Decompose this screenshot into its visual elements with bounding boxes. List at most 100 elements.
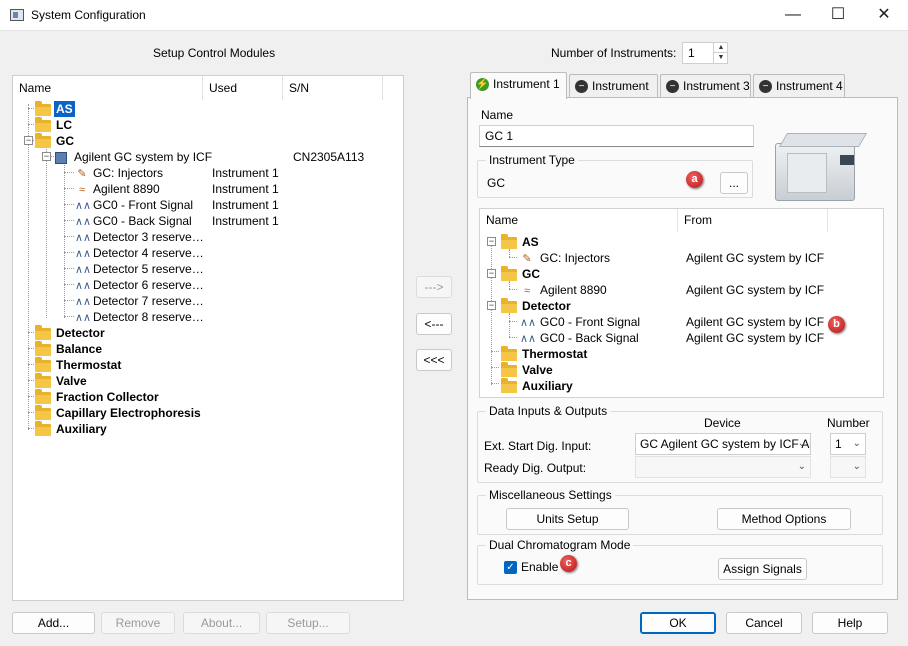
signal-icon: ∧∧ [520,317,537,329]
ext-start-number-select[interactable]: 1 ⌄ [830,433,866,455]
module-auxiliary[interactable]: Auxiliary [522,378,573,394]
folder-icon [501,298,517,313]
signal-icon: ∧∧ [75,312,92,324]
tree-item-auxiliary[interactable]: Auxiliary [56,421,107,437]
collapse-gc-module-toggle[interactable]: − [487,269,496,278]
add-button[interactable]: Add... [12,612,95,634]
modules-tree[interactable]: Name Used S/N − − AS LC GC Agilent GC sy… [12,75,404,601]
transfer-add-button[interactable]: ---> [416,276,452,298]
instrument-count-label: Number of Instruments: [551,46,677,60]
module-gc[interactable]: GC [522,266,540,282]
tree-item-agilent-system[interactable]: Agilent GC system by ICF [74,149,212,165]
signal-icon: ∧∧ [75,248,92,260]
tree-item-valve[interactable]: Valve [56,373,87,389]
modules-col-name[interactable]: Name [480,209,678,232]
tree-item-detector-8[interactable]: Detector 8 reserve… [93,309,204,325]
callout-a-icon: a [686,171,703,188]
tree-item-fraction-collector[interactable]: Fraction Collector [56,389,159,405]
transfer-remove-all-button[interactable]: <<< [416,349,452,371]
modules-col-from[interactable]: From [678,209,828,232]
tree-item-detector-4[interactable]: Detector 4 reserve… [93,245,204,261]
instrument-modules-tree[interactable]: Name From − − − AS ✎ GC: Injectors Agile… [479,208,884,398]
tree-item-detector-7[interactable]: Detector 7 reserve… [93,293,204,309]
transfer-remove-button[interactable]: <--- [416,313,452,335]
ext-start-device-select[interactable]: GC Agilent GC system by ICF Ag ⌄ [635,433,811,455]
tree-item-back-signal[interactable]: GC0 - Back Signal [93,213,192,229]
tree-item-balance[interactable]: Balance [56,341,102,357]
instrument-name-field[interactable]: GC 1 [479,125,754,147]
ok-button[interactable]: OK [640,612,716,634]
ready-output-label: Ready Dig. Output: [484,461,587,475]
tree-item-detector-5[interactable]: Detector 5 reserve… [93,261,204,277]
collapse-detector-toggle[interactable]: − [487,301,496,310]
instrument-panel: Name GC 1 Instrument Type GC a ... Name … [467,97,898,600]
chevron-down-icon: ⌄ [852,438,861,449]
module-detector[interactable]: Detector [522,298,571,314]
collapse-gc-toggle[interactable]: − [24,136,33,145]
minimize-button[interactable]: — [770,0,816,31]
maximize-button[interactable]: ☐ [815,0,861,31]
tree-item-front-signal[interactable]: GC0 - Front Signal [93,197,193,213]
setup-modules-header: Setup Control Modules [153,46,276,60]
callout-c-icon: c [560,555,577,572]
tab-instrument-1[interactable]: ⚡ Instrument 1 [470,72,567,99]
module-front-signal[interactable]: GC0 - Front Signal [540,314,640,330]
assign-signals-button[interactable]: Assign Signals [718,558,807,580]
collapse-as-toggle[interactable]: − [487,237,496,246]
cancel-button[interactable]: Cancel [726,612,802,634]
col-used[interactable]: Used [203,76,283,100]
folder-icon [501,234,517,249]
col-name[interactable]: Name [13,76,203,100]
tab-instrument-3[interactable]: − Instrument 3 [660,74,751,98]
ready-output-number-select[interactable]: ⌄ [830,456,866,478]
setup-button[interactable]: Setup... [266,612,350,634]
module-injectors[interactable]: GC: Injectors [540,250,610,266]
tab-instrument-2[interactable]: − Instrument 2 [569,74,658,115]
enable-label[interactable]: Enable [521,560,558,574]
syringe-icon: ✎ [522,253,532,265]
dual-chromatogram-group-label: Dual Chromatogram Mode [486,538,634,552]
folder-icon [501,362,517,377]
instrument-type-browse-button[interactable]: ... [720,172,748,194]
gc-system-icon [55,152,67,164]
window-title: System Configuration [31,8,146,22]
instrument-type-value: GC [487,176,505,190]
module-as[interactable]: AS [522,234,539,250]
module-thermostat[interactable]: Thermostat [522,346,587,362]
close-button[interactable]: ✕ [861,0,907,31]
tree-item-detector[interactable]: Detector [56,325,105,341]
module-valve[interactable]: Valve [522,362,553,378]
spinner-up-icon[interactable]: ▲ [713,43,728,53]
enable-checkbox[interactable]: ✓ [504,561,517,574]
tree-item-injectors[interactable]: GC: Injectors [93,165,163,181]
col-sn[interactable]: S/N [283,76,383,100]
tree-item-detector-3[interactable]: Detector 3 reserve… [93,229,204,245]
ready-output-device-select[interactable]: ⌄ [635,456,811,478]
tree-item-gc[interactable]: GC [56,133,74,149]
tree-item-thermostat[interactable]: Thermostat [56,357,121,373]
module-agilent-8890[interactable]: Agilent 8890 [540,282,607,298]
folder-icon [35,101,51,116]
help-button[interactable]: Help [812,612,888,634]
disabled-icon: − [575,80,588,93]
module-back-signal[interactable]: GC0 - Back Signal [540,330,639,346]
tree-item-agilent-8890[interactable]: Agilent 8890 [93,181,160,197]
spinner-down-icon[interactable]: ▼ [713,53,728,63]
instrument-count-spinner[interactable]: 1 ▲ ▼ [682,42,728,64]
about-button[interactable]: About... [183,612,260,634]
tree-item-as[interactable]: AS [54,101,75,117]
tree-item-detector-6[interactable]: Detector 6 reserve… [93,277,204,293]
chevron-down-icon: ⌄ [797,461,806,472]
name-label: Name [481,108,514,122]
module-agilent-8890-from: Agilent GC system by ICF [686,283,825,297]
agilent-system-sn: CN2305A113 [293,150,365,164]
signal-icon: ∧∧ [75,280,92,292]
collapse-agilent-toggle[interactable]: − [42,152,51,161]
tab-instrument-4[interactable]: − Instrument 4 [753,74,845,98]
tree-item-capillary[interactable]: Capillary Electrophoresis [56,405,201,421]
tree-item-lc[interactable]: LC [56,117,72,133]
syringe-icon: ✎ [77,168,87,180]
method-options-button[interactable]: Method Options [717,508,851,530]
units-setup-button[interactable]: Units Setup [506,508,629,530]
remove-button[interactable]: Remove [101,612,175,634]
